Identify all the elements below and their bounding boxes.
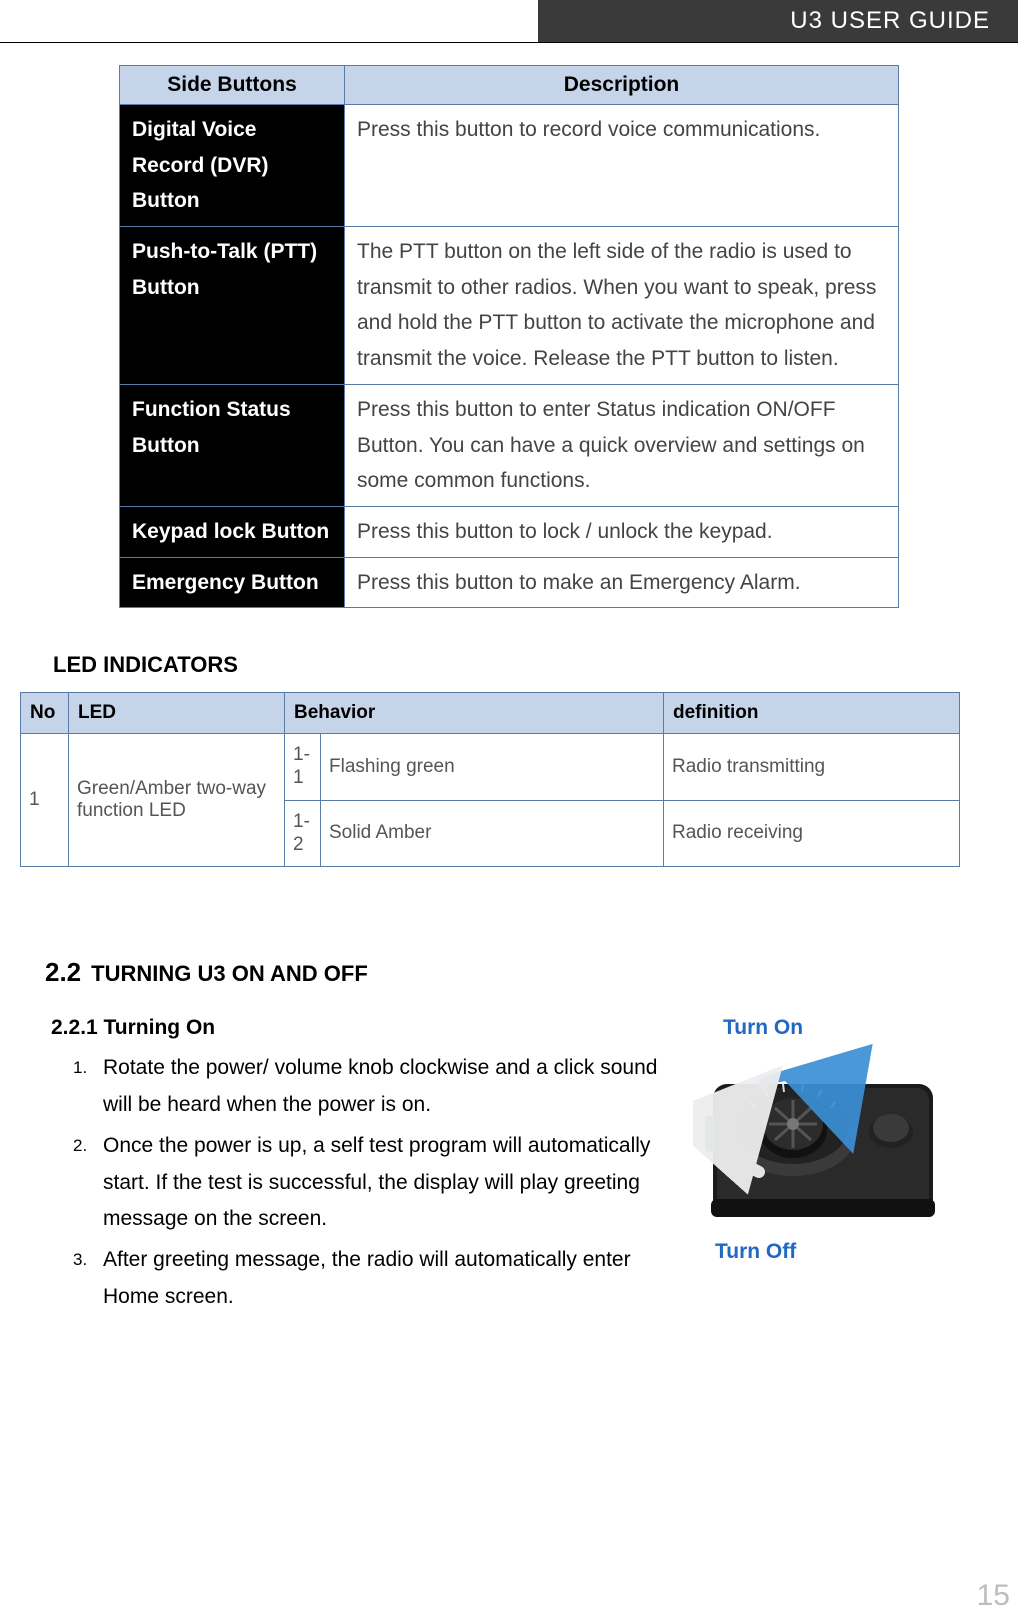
cell-definition: Radio receiving <box>664 800 960 867</box>
cell-no: 1 <box>21 734 69 867</box>
cell-behavior: Flashing green <box>321 734 664 801</box>
th-definition: definition <box>664 693 960 734</box>
row-name: Keypad lock Button <box>120 506 345 557</box>
led-table: No LED Behavior definition 1 Green/Amber… <box>20 692 960 867</box>
steps-list: 1.Rotate the power/ volume knob clockwis… <box>45 1050 669 1315</box>
step-text: Once the power is up, a self test progra… <box>103 1128 669 1238</box>
cell-behavior: Solid Amber <box>321 800 664 867</box>
list-item: 1.Rotate the power/ volume knob clockwis… <box>73 1050 669 1124</box>
section-2-2-heading: 2.2 TURNING U3 ON AND OFF <box>45 957 973 988</box>
section-title: TURNING U3 ON AND OFF <box>91 961 368 987</box>
section-number: 2.2 <box>45 957 81 988</box>
row-name: Emergency Button <box>120 557 345 608</box>
th-side-buttons: Side Buttons <box>120 66 345 105</box>
table-row: Emergency Button Press this button to ma… <box>120 557 899 608</box>
list-item: 2.Once the power is up, a self test prog… <box>73 1128 669 1238</box>
table-row: 1 Green/Amber two-way function LED 1-1 F… <box>21 734 960 801</box>
step-num: 3. <box>73 1242 91 1316</box>
header-rule <box>0 42 1018 43</box>
row-desc: Press this button to lock / unlock the k… <box>345 506 899 557</box>
step-text: After greeting message, the radio will a… <box>103 1242 669 1316</box>
led-indicators-heading: LED INDICATORS <box>53 652 973 678</box>
cell-definition: Radio transmitting <box>664 734 960 801</box>
th-led: LED <box>69 693 285 734</box>
row-name: Function Status Button <box>120 384 345 506</box>
list-item: 3.After greeting message, the radio will… <box>73 1242 669 1316</box>
row-desc: Press this button to record voice commun… <box>345 105 899 227</box>
page-content: Side Buttons Description Digital Voice R… <box>0 65 1018 1605</box>
cell-bno: 1-2 <box>285 800 321 867</box>
page-number: 15 <box>977 1579 1010 1613</box>
row-desc: Press this button to enter Status indica… <box>345 384 899 506</box>
row-desc: The PTT button on the left side of the r… <box>345 227 899 385</box>
cell-bno: 1-1 <box>285 734 321 801</box>
row-desc: Press this button to make an Emergency A… <box>345 557 899 608</box>
table-row: Keypad lock Button Press this button to … <box>120 506 899 557</box>
device-knob-figure <box>693 1044 953 1234</box>
side-buttons-table: Side Buttons Description Digital Voice R… <box>119 65 899 608</box>
figure-label-turn-off: Turn Off <box>715 1240 973 1264</box>
cell-led: Green/Amber two-way function LED <box>69 734 285 867</box>
header-title: U3 USER GUIDE <box>538 0 1018 42</box>
step-num: 2. <box>73 1128 91 1238</box>
step-num: 1. <box>73 1050 91 1124</box>
subsection-title: 2.2.1 Turning On <box>51 1016 669 1040</box>
th-no: No <box>21 693 69 734</box>
row-name: Push-to-Talk (PTT) Button <box>120 227 345 385</box>
th-description: Description <box>345 66 899 105</box>
table-row: Function Status Button Press this button… <box>120 384 899 506</box>
row-name: Digital Voice Record (DVR) Button <box>120 105 345 227</box>
table-row: Digital Voice Record (DVR) Button Press … <box>120 105 899 227</box>
table-row: Push-to-Talk (PTT) Button The PTT button… <box>120 227 899 385</box>
step-text: Rotate the power/ volume knob clockwise … <box>103 1050 669 1124</box>
figure-label-turn-on: Turn On <box>723 1016 973 1040</box>
th-behavior: Behavior <box>285 693 664 734</box>
